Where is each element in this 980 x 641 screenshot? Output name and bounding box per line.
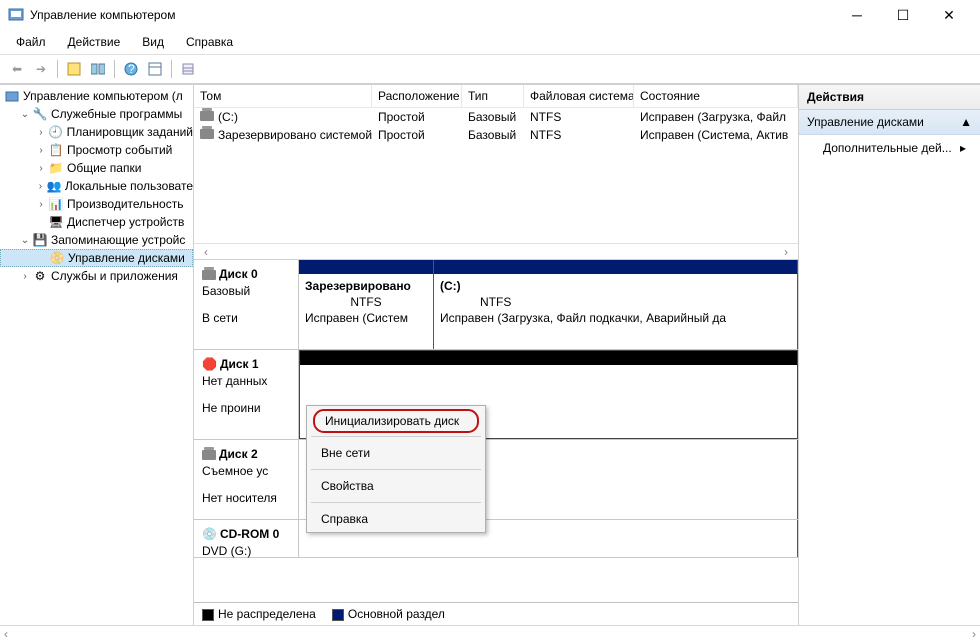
volume-list[interactable]: Том Расположение Тип Файловая система Со… [194,85,798,260]
tree-root[interactable]: Управление компьютером (л [0,87,193,105]
partition-c[interactable]: (C:) NTFS Исправен (Загрузка, Файл подка… [434,260,798,349]
actions-pane: Действия Управление дисками ▲ Дополнител… [799,85,980,625]
menubar: Файл Действие Вид Справка [0,30,980,55]
actions-disk-management[interactable]: Управление дисками ▲ [799,110,980,135]
scroll-right-icon[interactable]: › [972,627,976,641]
help-button[interactable]: ? [120,58,142,80]
center-pane: Том Расположение Тип Файловая система Со… [194,85,799,625]
svg-text:?: ? [128,62,135,76]
tree-device-manager[interactable]: 🖥Диспетчер устройств [0,213,193,231]
col-status[interactable]: Состояние [634,85,798,107]
minimize-button[interactable]: ─ [834,0,880,30]
disk-row-0[interactable]: Диск 0 Базовый В сети Зарезервировано NT… [194,260,798,350]
tree-local-users[interactable]: ›👥Локальные пользовате [0,177,193,195]
disk-icon [202,450,216,460]
tree-disk-management[interactable]: 📀Управление дисками [0,249,193,267]
toolbar-btn-5[interactable] [177,58,199,80]
menu-properties[interactable]: Свойства [307,473,485,499]
volume-row[interactable]: (C:) Простой Базовый NTFS Исправен (Загр… [194,108,798,126]
partition-reserved[interactable]: Зарезервировано NTFS Исправен (Систем [299,260,434,349]
volume-icon [200,111,214,121]
cdrom-label[interactable]: 💿CD-ROM 0 DVD (G:) [194,520,299,557]
menu-view[interactable]: Вид [132,32,174,52]
maximize-button[interactable]: ☐ [880,0,926,30]
horizontal-scrollbar[interactable]: ‹ › [194,243,798,259]
disk-icon: 🛑 [202,356,217,373]
tree-storage[interactable]: ⌄💾Запоминающие устройс [0,231,193,249]
col-filesystem[interactable]: Файловая система [524,85,634,107]
disk-map: Диск 0 Базовый В сети Зарезервировано NT… [194,260,798,602]
menu-help[interactable]: Справка [176,32,243,52]
submenu-arrow-icon: ▸ [960,141,966,155]
collapse-icon[interactable]: ▲ [960,115,972,129]
disk0-label[interactable]: Диск 0 Базовый В сети [194,260,299,349]
disk-row-2[interactable]: Диск 2 Съемное ус Нет носителя [194,440,798,520]
col-volume[interactable]: Том [194,85,372,107]
menu-help[interactable]: Справка [307,506,485,532]
app-icon [8,7,24,23]
toolbar: ⬅ ➔ ? [0,55,980,84]
forward-button: ➔ [30,58,52,80]
cdrom-icon: 💿 [202,526,217,543]
col-layout[interactable]: Расположение [372,85,462,107]
disk-row-1[interactable]: 🛑Диск 1 Нет данных Не проини [194,350,798,440]
volume-row[interactable]: Зарезервировано системой Простой Базовый… [194,126,798,144]
scroll-left-icon[interactable]: ‹ [4,627,8,641]
tree-shared-folders[interactable]: ›📁Общие папки [0,159,193,177]
window-title: Управление компьютером [30,8,834,22]
menu-file[interactable]: Файл [6,32,56,52]
tree-event-viewer[interactable]: ›📋Просмотр событий [0,141,193,159]
disk-icon [202,270,216,280]
titlebar: Управление компьютером ─ ☐ ✕ [0,0,980,30]
scroll-right-icon[interactable]: › [778,245,794,259]
legend-swatch-unallocated [202,609,214,621]
volume-list-header[interactable]: Том Расположение Тип Файловая система Со… [194,85,798,108]
navigation-tree[interactable]: Управление компьютером (л ⌄🔧Служебные пр… [0,85,194,625]
actions-header: Действия [799,85,980,110]
menu-initialize-disk[interactable]: Инициализировать диск [313,409,479,433]
disk1-label[interactable]: 🛑Диск 1 Нет данных Не проини [194,350,299,439]
menu-offline[interactable]: Вне сети [307,440,485,466]
volume-icon [200,129,214,139]
menu-action[interactable]: Действие [58,32,131,52]
tree-task-scheduler[interactable]: ›🕘Планировщик заданий [0,123,193,141]
disk-row-cd[interactable]: 💿CD-ROM 0 DVD (G:) [194,520,798,558]
bottom-scrollbar[interactable]: ‹ › [0,625,980,641]
toolbar-btn-2[interactable] [87,58,109,80]
scroll-left-icon[interactable]: ‹ [198,245,214,259]
tree-system-tools[interactable]: ⌄🔧Служебные программы [0,105,193,123]
back-button: ⬅ [6,58,28,80]
context-menu: Инициализировать диск Вне сети Свойства … [306,405,486,533]
disk2-label[interactable]: Диск 2 Съемное ус Нет носителя [194,440,299,519]
toolbar-btn-4[interactable] [144,58,166,80]
legend: Не распределена Основной раздел [194,602,798,625]
tree-performance[interactable]: ›📊Производительность [0,195,193,213]
col-type[interactable]: Тип [462,85,524,107]
tree-services[interactable]: ›⚙Службы и приложения [0,267,193,285]
legend-swatch-primary [332,609,344,621]
toolbar-btn-1[interactable] [63,58,85,80]
actions-more[interactable]: Дополнительные дей... ▸ [799,135,980,161]
close-button[interactable]: ✕ [926,0,972,30]
